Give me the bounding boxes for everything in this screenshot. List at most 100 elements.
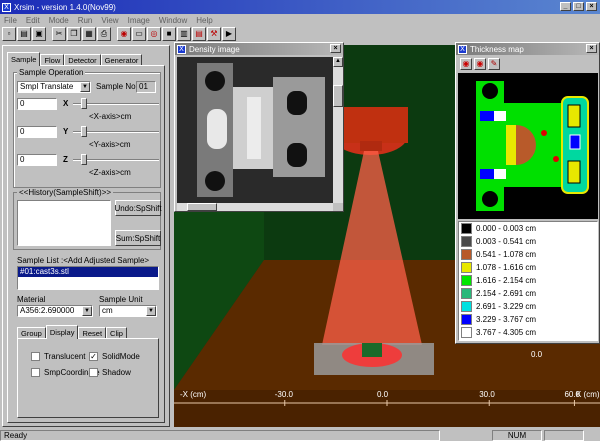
pencil-icon[interactable]: ✎ — [488, 58, 500, 70]
chevron-down-icon[interactable]: ▼ — [80, 82, 90, 92]
list-item[interactable]: #01:cast3s.stl — [18, 267, 158, 277]
x-value-input[interactable]: 0 — [17, 98, 57, 110]
right-axis-value: 0.0 — [531, 350, 543, 359]
legend-swatch — [461, 223, 472, 234]
status-extra — [544, 429, 584, 441]
tab-display[interactable]: Display — [45, 325, 79, 339]
zoom-in-icon[interactable]: ◉ — [460, 58, 472, 70]
x-axis-label: X — [63, 99, 69, 108]
sample-operation-legend: Sample Operation — [17, 68, 86, 77]
chevron-down-icon[interactable]: ▼ — [82, 306, 92, 316]
film-icon[interactable]: ▤ — [192, 27, 206, 41]
thickness-title: Thickness map — [470, 44, 524, 54]
menu-help[interactable]: Help — [196, 16, 212, 25]
density-window[interactable]: X Density image × ▲ — [174, 42, 344, 212]
stop-icon[interactable]: ■ — [162, 27, 176, 41]
shadow-checkbox[interactable] — [89, 368, 98, 377]
menu-image[interactable]: Image — [128, 16, 150, 25]
minimize-icon[interactable]: _ — [560, 2, 571, 11]
open-icon[interactable]: ▤ — [17, 27, 31, 41]
legend-label: 2.691 - 3.229 cm — [476, 302, 537, 311]
app-title: Xrsim - version 1.4.0(Nov99) — [14, 2, 116, 12]
menu-edit[interactable]: Edit — [26, 16, 40, 25]
y-slider[interactable] — [73, 126, 159, 138]
maximize-icon[interactable]: □ — [573, 2, 584, 11]
legend-label: 1.078 - 1.616 cm — [476, 263, 537, 272]
chevron-down-icon[interactable]: ▼ — [146, 306, 156, 316]
density-hscroll[interactable] — [177, 203, 333, 211]
print-icon[interactable]: ⎙ — [97, 27, 111, 41]
translucent-checkbox[interactable] — [31, 352, 40, 361]
z-axis-caption: <Z-axis>cm — [89, 168, 131, 177]
unit-select[interactable]: cm ▼ — [99, 305, 157, 317]
legend-row: 0.000 - 0.003 cm — [459, 222, 597, 235]
x-slider[interactable] — [73, 98, 159, 110]
record-icon[interactable]: ◎ — [147, 27, 161, 41]
zoom-out-icon[interactable]: ◉ — [474, 58, 486, 70]
tab-sample[interactable]: Sample — [7, 52, 41, 66]
z-slider[interactable] — [73, 154, 159, 166]
save-icon[interactable]: ▣ — [32, 27, 46, 41]
history-list[interactable] — [17, 200, 111, 246]
close-icon[interactable]: × — [586, 2, 597, 11]
legend-label: 1.616 - 2.154 cm — [476, 276, 537, 285]
slider-thumb[interactable] — [81, 126, 87, 137]
material-value: A356:2.690000 — [20, 306, 75, 315]
camera-icon[interactable]: ◉ — [117, 27, 131, 41]
cut-icon[interactable]: ✂ — [52, 27, 66, 41]
slider-thumb[interactable] — [81, 154, 87, 165]
scroll-thumb[interactable] — [187, 203, 217, 211]
tool-icon[interactable]: ⚒ — [207, 27, 221, 41]
menu-run[interactable]: Run — [78, 16, 93, 25]
z-value-input[interactable]: 0 — [17, 154, 57, 166]
operation-select-value: Smpl Translate — [20, 82, 74, 91]
legend-swatch — [461, 327, 472, 338]
menu-view[interactable]: View — [101, 16, 118, 25]
wall-icon[interactable]: ▥ — [177, 27, 191, 41]
thickness-image — [458, 73, 598, 219]
xray-app-icon: X — [458, 44, 467, 54]
menu-window[interactable]: Window — [159, 16, 187, 25]
density-vscroll[interactable]: ▲ — [333, 57, 343, 203]
legend-label: 0.003 - 0.541 cm — [476, 237, 537, 246]
legend-label: 3.767 - 4.305 cm — [476, 328, 537, 337]
density-title: Density image — [189, 44, 240, 54]
k-axis-label: K (cm) — [576, 390, 600, 399]
status-bar: Ready NUM — [0, 429, 600, 441]
thickness-window[interactable]: X Thickness map × ◉ ◉ ✎ 0.000 - 0.003 cm… — [455, 42, 600, 344]
display-icon[interactable]: ▭ — [132, 27, 146, 41]
legend-swatch — [461, 236, 472, 247]
scroll-up-icon[interactable]: ▲ — [333, 57, 343, 67]
close-icon[interactable]: × — [330, 44, 341, 53]
slider-thumb[interactable] — [81, 98, 87, 109]
axis-tick-label: 30.0 — [479, 390, 495, 399]
copy-icon[interactable]: ❐ — [67, 27, 81, 41]
smpcoordinate-checkbox[interactable] — [31, 368, 40, 377]
density-title-bar: X Density image — [175, 43, 343, 55]
menu-mode[interactable]: Mode — [49, 16, 69, 25]
sample-list-label: Sample List :<Add Adjusted Sample> — [17, 256, 150, 265]
y-axis-caption: <Y-axis>cm — [89, 140, 131, 149]
operation-select[interactable]: Smpl Translate ▼ — [17, 81, 91, 93]
sum-button[interactable]: Sum:SpShift — [115, 230, 161, 246]
new-icon[interactable]: ▫ — [2, 27, 16, 41]
material-select[interactable]: A356:2.690000 ▼ — [17, 305, 93, 317]
paste-icon[interactable]: ▦ — [82, 27, 96, 41]
translucent-label: Translucent — [44, 352, 86, 361]
legend-swatch — [461, 314, 472, 325]
sample-list[interactable]: #01:cast3s.stl — [17, 266, 159, 290]
scroll-thumb[interactable] — [333, 85, 343, 107]
legend-swatch — [461, 301, 472, 312]
sub-tabs: Group Display Reset Clip — [17, 325, 127, 339]
y-value-input[interactable]: 0 — [17, 126, 57, 138]
undo-button[interactable]: Undo:SpShift — [114, 200, 162, 216]
solidmode-checkbox[interactable]: ✓ — [89, 352, 98, 361]
close-icon[interactable]: × — [586, 44, 597, 53]
y-axis-label: Y — [63, 127, 69, 136]
play-icon[interactable]: ▶ — [222, 27, 236, 41]
display-page — [17, 338, 159, 418]
solidmode-label: SolidMode — [102, 352, 140, 361]
legend-row: 0.541 - 1.078 cm — [459, 248, 597, 261]
legend-row: 2.154 - 2.691 cm — [459, 287, 597, 300]
menu-file[interactable]: File — [4, 16, 17, 25]
